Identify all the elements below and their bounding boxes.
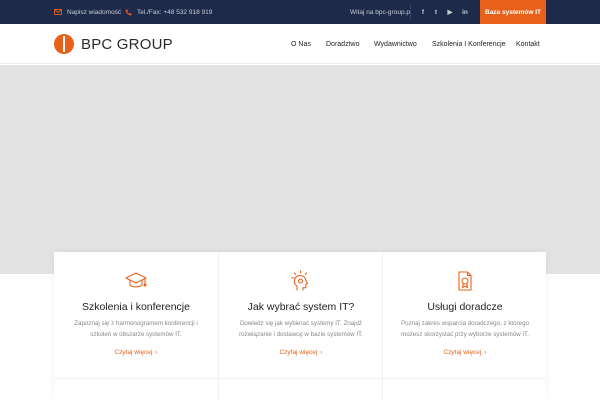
phone-icon: [125, 9, 132, 16]
nav-item-szkolenia[interactable]: Szkolenia I Konferencje: [432, 24, 506, 64]
read-more-label: Czytaj więcej: [443, 349, 482, 356]
email-link[interactable]: Napisz wiadomość: [54, 0, 121, 24]
twitter-icon[interactable]: t: [429, 0, 443, 24]
nav-item-wydawnictwo[interactable]: Wydawnictwo: [374, 24, 417, 64]
card-text: Poznaj zakres wsparcia doradczego, z któ…: [397, 318, 533, 340]
email-label: Napisz wiadomość: [67, 8, 122, 16]
nav-item-doradztwo[interactable]: Doradztwo: [326, 24, 359, 64]
graduation-cap-icon: [125, 270, 147, 292]
chevron-right-icon: ›: [320, 349, 323, 356]
brand-name: BPC GROUP: [81, 35, 173, 53]
card-text: Dowiedz się jak wybierać systemy IT. Zna…: [233, 318, 369, 340]
linkedin-icon[interactable]: in: [458, 0, 472, 24]
nav-item-o-nas[interactable]: O Nas: [291, 24, 311, 64]
divider: [54, 378, 546, 379]
it-systems-database-button[interactable]: Baza systemów IT: [480, 0, 546, 24]
card-title: Usługi doradcze: [427, 301, 503, 313]
nav-item-kontakt[interactable]: Kontakt: [516, 24, 540, 64]
chevron-right-icon: ›: [484, 349, 487, 356]
main-navbar: BPC GROUP O Nas Doradztwo Wydawnictwo Sz…: [0, 24, 600, 64]
read-more-label: Czytaj więcej: [279, 349, 318, 356]
read-more-link[interactable]: Czytaj więcej ›: [383, 349, 547, 356]
divider: [410, 5, 411, 19]
card-title: Szkolenia i konferencje: [82, 301, 190, 313]
read-more-label: Czytaj więcej: [114, 349, 153, 356]
logo[interactable]: BPC GROUP: [54, 33, 173, 55]
read-more-link[interactable]: Czytaj więcej ›: [54, 349, 218, 356]
hero-banner: [0, 65, 600, 274]
head-idea-icon: [290, 270, 312, 292]
phone-info[interactable]: Tel./Fax: +48 532 918 919: [125, 0, 212, 24]
card-text-line: Dowiedz się jak wybierać systemy IT. Zna…: [239, 320, 363, 327]
phone-label: Tel./Fax: +48 532 918 919: [137, 8, 213, 16]
top-bar: Napisz wiadomość Tel./Fax: +48 532 918 9…: [0, 0, 600, 24]
envelope-icon: [54, 9, 62, 15]
youtube-icon[interactable]: ▶: [443, 0, 457, 24]
feature-cards: Szkolenia i konferencje Zapoznaj się z h…: [54, 252, 546, 400]
document-badge-icon: [454, 270, 476, 292]
facebook-icon[interactable]: f: [416, 0, 430, 24]
card-text: Zapoznaj się z harmonogramem konferencji…: [68, 318, 204, 340]
card-text-line: rozwiązanie i dostawcę w bazie systemów …: [239, 331, 363, 338]
card-text-line: Zapoznaj się z harmonogramem konferencji…: [74, 320, 198, 327]
welcome-text: Witaj na bpc-group.pl: [350, 8, 412, 16]
logo-mark-icon: [54, 34, 74, 54]
read-more-link[interactable]: Czytaj więcej ›: [219, 349, 383, 356]
card-text-line: możesz skorzystać przy wyborze systemów …: [401, 331, 529, 338]
chevron-right-icon: ›: [155, 349, 158, 356]
card-text-line: szkoleń w obszarze systemów IT.: [90, 331, 182, 338]
card-text-line: Poznaj zakres wsparcia doradczego, z któ…: [401, 320, 529, 327]
card-title: Jak wybrać system IT?: [247, 301, 355, 313]
